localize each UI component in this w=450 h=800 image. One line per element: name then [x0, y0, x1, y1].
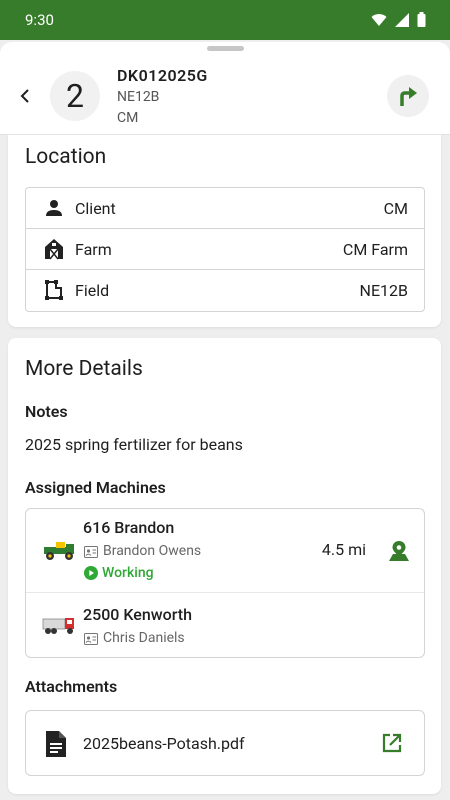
navigate-button[interactable] [387, 75, 429, 117]
machine-name: 616 Brandon [83, 518, 175, 537]
location-table: Client CM Farm CM Farm Field NE12B [25, 187, 425, 312]
location-row-farm: Farm CM Farm [26, 229, 424, 270]
machine-item[interactable]: 2500 Kenworth Chris Daniels [26, 592, 424, 657]
more-details-title: More Details [25, 357, 143, 381]
attachments-label: Attachments [25, 677, 118, 696]
field-value: NE12B [359, 281, 408, 300]
job-header: 2 DK012025G NE12B CM [0, 42, 450, 135]
chevron-left-icon [20, 89, 29, 103]
operator-badge-icon [84, 545, 98, 558]
machine-name: 2500 Kenworth [83, 605, 192, 624]
play-circle-icon [84, 566, 98, 580]
open-in-new-icon [382, 733, 402, 753]
job-detail-sheet: 2 DK012025G NE12B CM Location Client CM [0, 42, 450, 800]
sprayer-icon [44, 542, 74, 560]
job-title: DK012025G [117, 66, 208, 85]
status-bar: 9:30 [0, 0, 450, 40]
operator-name: Brandon Owens [103, 543, 202, 559]
notes-text: 2025 spring fertilizer for beans [25, 435, 243, 454]
client-value: CM [383, 199, 408, 218]
document-icon [46, 731, 66, 757]
operator-name: Chris Daniels [103, 630, 185, 646]
location-card: Location Client CM Farm CM Farm Field NE… [8, 102, 441, 327]
barn-icon [43, 238, 65, 260]
location-row-field: Field NE12B [26, 270, 424, 311]
status-text: Working [102, 565, 154, 581]
location-row-client: Client CM [26, 188, 424, 229]
farm-value: CM Farm [342, 240, 408, 259]
notes-label: Notes [25, 402, 68, 421]
machine-operator: Chris Daniels [84, 630, 185, 646]
turn-right-arrow-icon [400, 87, 417, 106]
machine-item[interactable]: 616 Brandon Brandon Owens Working 4.5 mi [26, 509, 424, 592]
attachment-name: 2025beans-Potash.pdf [83, 734, 245, 753]
machine-status: Working [84, 565, 154, 581]
back-button[interactable] [13, 84, 37, 108]
assigned-machines-label: Assigned Machines [25, 478, 166, 497]
operator-badge-icon [84, 632, 98, 645]
attachment-item[interactable]: 2025beans-Potash.pdf [25, 710, 425, 776]
client-label: Client [75, 199, 116, 218]
wifi-icon [371, 13, 387, 26]
farm-label: Farm [75, 240, 112, 259]
open-attachment-button[interactable] [381, 732, 405, 756]
field-label: Field [75, 281, 110, 300]
assigned-machines-list: 616 Brandon Brandon Owens Working 4.5 mi [25, 508, 425, 658]
signal-icon [395, 12, 409, 27]
drag-handle[interactable] [207, 46, 244, 51]
location-pin-icon [389, 541, 409, 561]
person-icon [43, 197, 65, 219]
sequence-number: 2 [50, 71, 100, 121]
battery-icon [417, 12, 426, 27]
machine-location-button[interactable] [386, 538, 412, 564]
status-icons [371, 12, 426, 27]
job-client: CM [117, 110, 139, 126]
more-details-card: More Details Notes 2025 spring fertilize… [8, 338, 441, 794]
truck-icon [42, 618, 74, 634]
status-time: 9:30 [25, 11, 54, 29]
machine-operator: Brandon Owens [84, 543, 201, 559]
location-title: Location [25, 145, 107, 169]
machine-distance: 4.5 mi [321, 540, 366, 559]
job-field: NE12B [117, 89, 160, 105]
field-boundary-icon [43, 279, 65, 301]
